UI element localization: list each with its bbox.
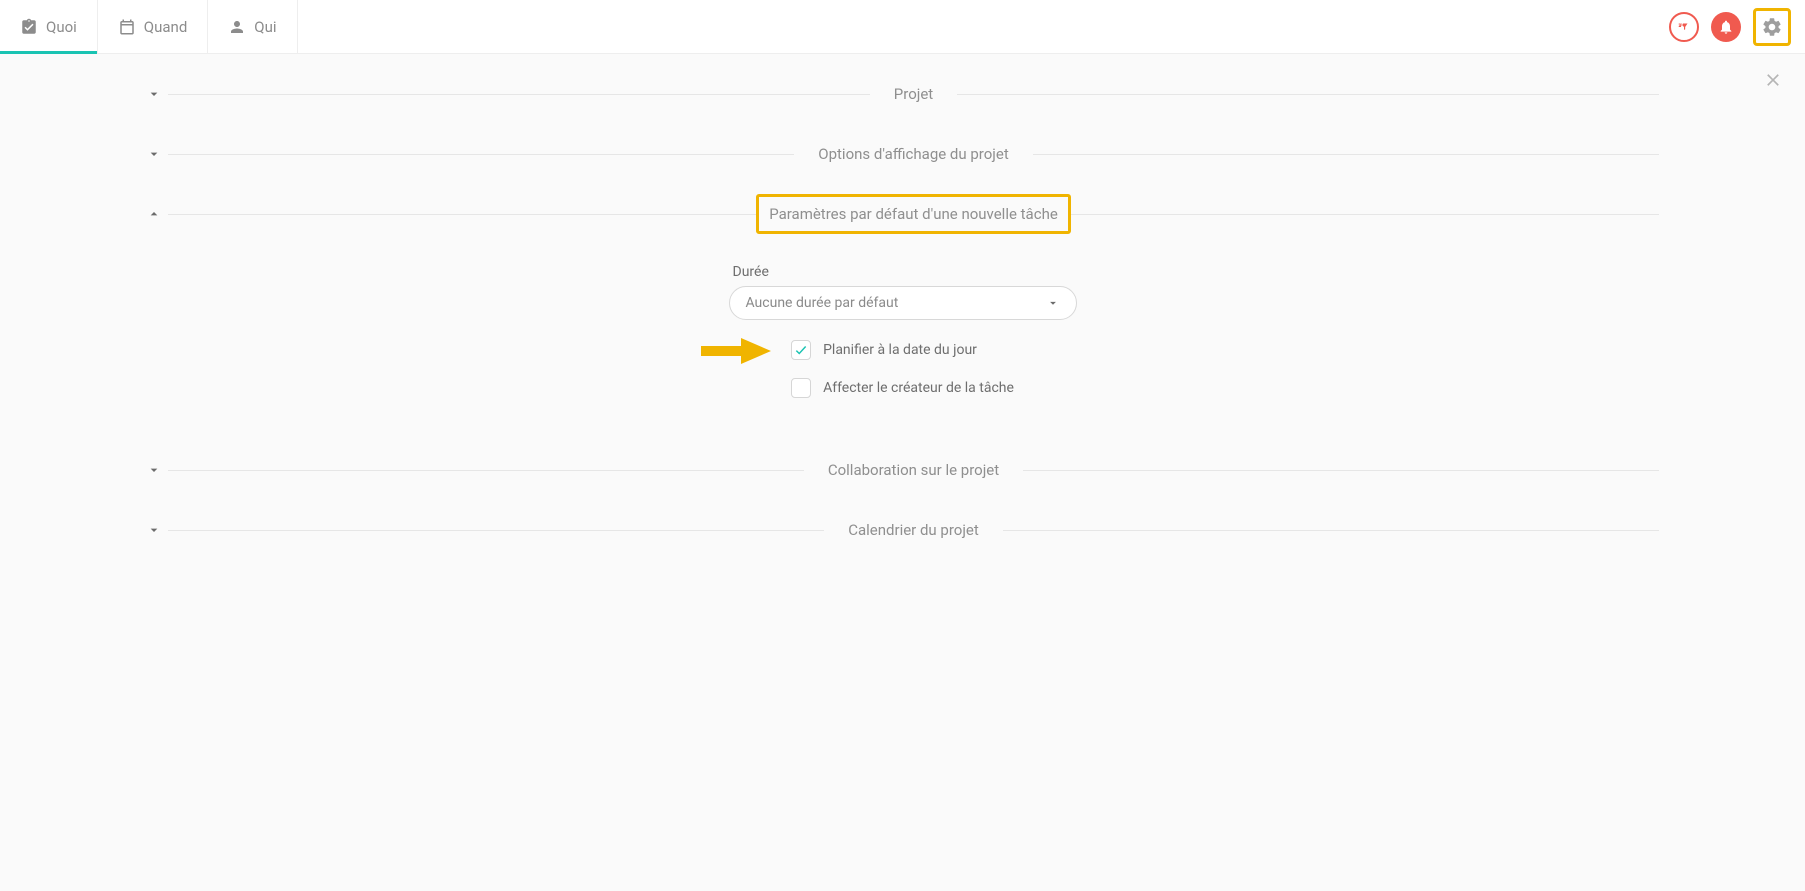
- divider: [1023, 470, 1659, 471]
- gear-highlight-box: [1753, 8, 1791, 46]
- duree-select[interactable]: Aucune durée par défaut: [729, 286, 1077, 320]
- settings-panel: Projet Options d'affichage du projet Par…: [0, 54, 1805, 560]
- close-button[interactable]: [1763, 70, 1783, 94]
- tab-label: Quand: [144, 18, 188, 36]
- clipboard-check-icon: [20, 18, 38, 36]
- chevron-toggle[interactable]: [146, 86, 168, 102]
- section-projet-header[interactable]: Projet: [0, 64, 1805, 124]
- checkbox-affecter[interactable]: [791, 378, 811, 398]
- chevron-down-icon: [146, 146, 162, 162]
- section-options-affichage-header[interactable]: Options d'affichage du projet: [0, 124, 1805, 184]
- divider: [168, 470, 804, 471]
- topbar-tabs: Quoi Quand Qui: [0, 0, 298, 53]
- chevron-toggle[interactable]: [146, 522, 168, 538]
- tab-label: Quoi: [46, 18, 77, 36]
- default-task-checkboxes: Planifier à la date du jour Affecter le …: [791, 340, 1014, 416]
- check-icon: [794, 343, 808, 357]
- section-collaboration-header[interactable]: Collaboration sur le projet: [0, 440, 1805, 500]
- duree-field: Durée Aucune durée par défaut: [729, 264, 1077, 320]
- chevron-toggle[interactable]: [146, 146, 168, 162]
- divider: [168, 94, 870, 95]
- divider: [168, 154, 794, 155]
- section-title: Options d'affichage du projet: [794, 145, 1032, 163]
- section-defauts-tache-body: Durée Aucune durée par défaut Planifier …: [0, 244, 1805, 440]
- tab-qui[interactable]: Qui: [208, 0, 297, 53]
- divider: [1071, 214, 1659, 215]
- topbar-actions: +: [1669, 0, 1805, 53]
- arrow-annotation: [701, 334, 771, 372]
- divider: [1003, 530, 1659, 531]
- divider: [168, 214, 756, 215]
- person-icon: [228, 18, 246, 36]
- divider: [168, 530, 824, 531]
- chevron-down-icon: [146, 522, 162, 538]
- checkbox-label: Affecter le créateur de la tâche: [823, 380, 1014, 396]
- check-row-planifier: Planifier à la date du jour: [791, 340, 1014, 360]
- tab-quoi[interactable]: Quoi: [0, 0, 98, 53]
- calendar-icon: [118, 18, 136, 36]
- chevron-down-icon: [1046, 296, 1060, 310]
- chevron-toggle[interactable]: [146, 462, 168, 478]
- checkbox-label: Planifier à la date du jour: [823, 342, 977, 358]
- duree-label: Durée: [729, 264, 1077, 280]
- chevron-toggle[interactable]: [146, 206, 168, 222]
- tab-label: Qui: [254, 18, 276, 36]
- check-row-affecter: Affecter le créateur de la tâche: [791, 378, 1014, 398]
- chevron-down-icon: [146, 86, 162, 102]
- divider: [957, 94, 1659, 95]
- section-title: Projet: [870, 85, 957, 103]
- tab-quand[interactable]: Quand: [98, 0, 209, 53]
- notifications-button[interactable]: [1711, 12, 1741, 42]
- section-title: Collaboration sur le projet: [804, 461, 1023, 479]
- gear-icon: [1761, 16, 1783, 38]
- topbar: Quoi Quand Qui +: [0, 0, 1805, 54]
- close-icon: [1763, 70, 1783, 90]
- checkbox-planifier[interactable]: [791, 340, 811, 360]
- chevron-up-icon: [146, 206, 162, 222]
- filter-plus-icon: +: [1677, 20, 1691, 34]
- divider: [1033, 154, 1659, 155]
- section-defauts-tache-header[interactable]: Paramètres par défaut d'une nouvelle tâc…: [0, 184, 1805, 244]
- bell-icon: [1718, 19, 1734, 35]
- svg-text:+: +: [1679, 23, 1683, 29]
- section-title-highlighted: Paramètres par défaut d'une nouvelle tâc…: [756, 194, 1071, 234]
- filter-button[interactable]: +: [1669, 12, 1699, 42]
- section-calendrier-header[interactable]: Calendrier du projet: [0, 500, 1805, 560]
- section-title: Calendrier du projet: [824, 521, 1003, 539]
- settings-button[interactable]: [1760, 15, 1784, 39]
- duree-select-value: Aucune durée par défaut: [746, 295, 899, 311]
- chevron-down-icon: [146, 462, 162, 478]
